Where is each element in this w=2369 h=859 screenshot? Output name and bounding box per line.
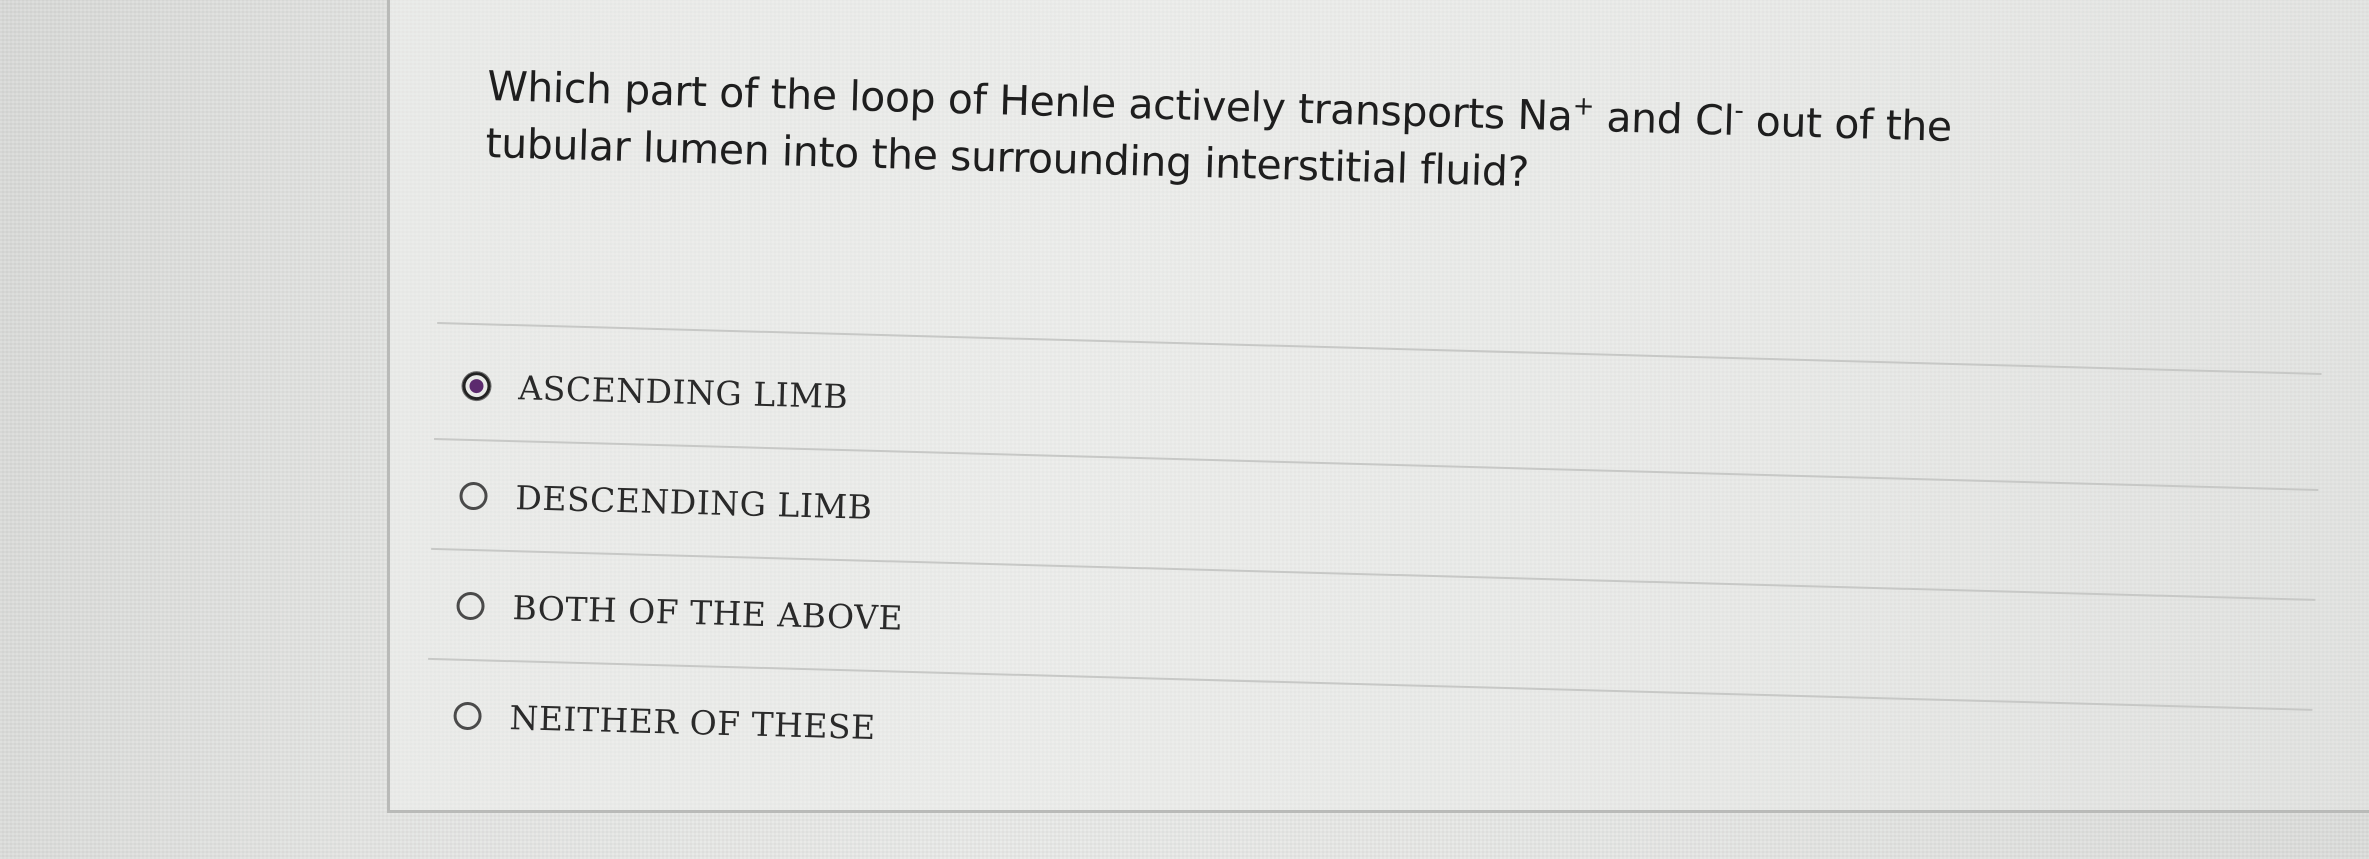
radio-unselected-icon[interactable] (459, 481, 488, 511)
radio-unselected-icon[interactable] (456, 591, 485, 621)
option-label[interactable]: NEITHER OF THESE (509, 698, 876, 747)
option-label[interactable]: DESCENDING LIMB (515, 478, 873, 527)
option-label[interactable]: BOTH OF THE ABOVE (512, 588, 904, 638)
question-text-part: and Cl (1593, 92, 1735, 145)
question-text-part: out of the (1742, 97, 1953, 151)
sodium-charge: + (1572, 91, 1595, 122)
radio-unselected-icon[interactable] (453, 701, 482, 731)
answer-options: ASCENDING LIMB DESCENDING LIMB BOTH OF T… (425, 322, 2322, 821)
option-label[interactable]: ASCENDING LIMB (518, 368, 849, 416)
radio-selected-icon[interactable] (462, 371, 491, 401)
